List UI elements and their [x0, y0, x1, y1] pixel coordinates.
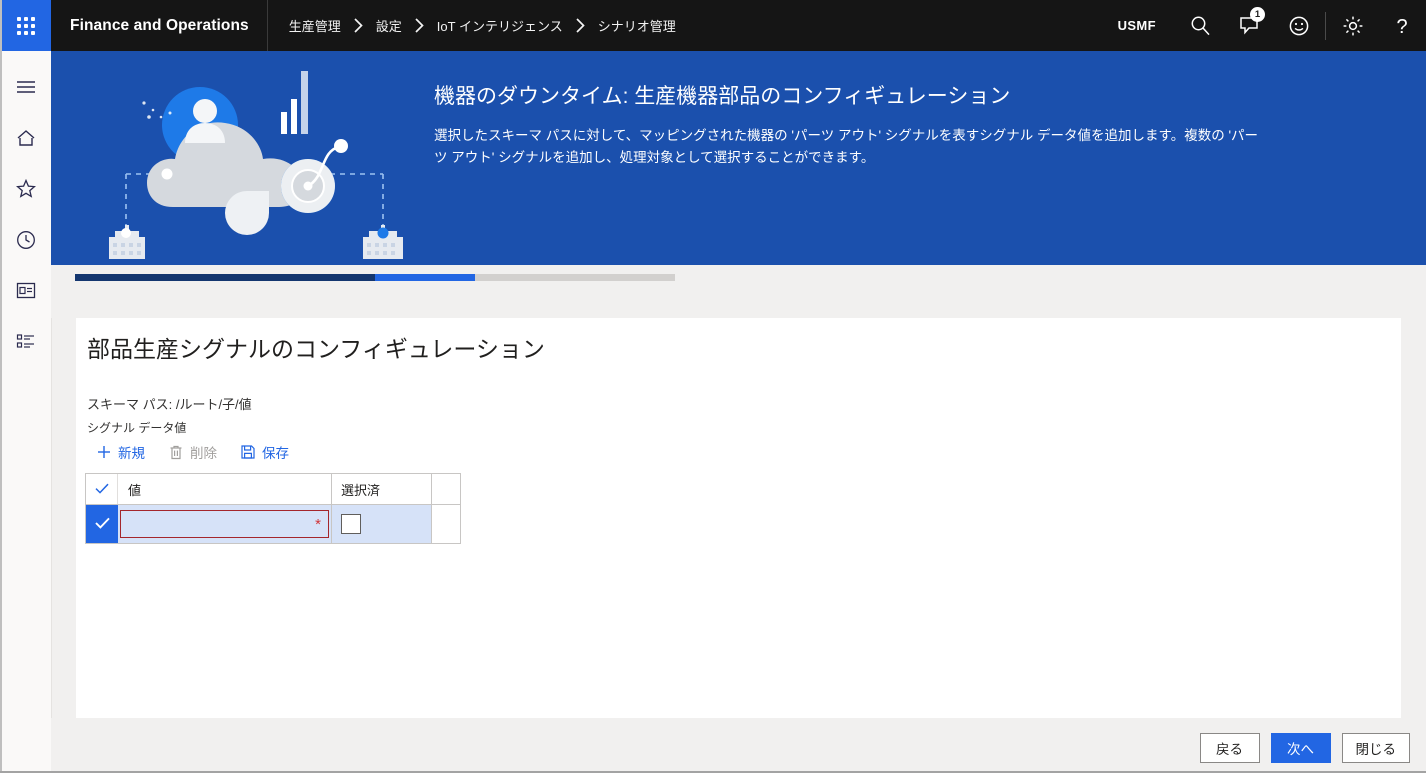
checkmark-icon — [94, 517, 110, 532]
column-header-spacer — [432, 474, 460, 504]
chevron-right-icon — [341, 18, 376, 33]
step-indicator-5[interactable] — [475, 274, 575, 281]
breadcrumb-item-4[interactable]: シナリオ管理 — [598, 16, 676, 35]
checkmark-icon — [94, 482, 109, 497]
save-icon — [241, 445, 255, 459]
new-button[interactable]: 新規 — [85, 437, 157, 467]
chevron-right-icon — [402, 18, 437, 33]
waffle-icon — [16, 16, 35, 35]
step-indicator-1[interactable] — [75, 274, 175, 281]
notifications-button[interactable]: 1 — [1225, 0, 1274, 51]
close-button[interactable]: 閉じる — [1341, 733, 1410, 763]
trash-icon — [169, 445, 183, 460]
wizard-footer: 戻る 次へ 閉じる — [51, 718, 1426, 773]
home-icon — [16, 129, 36, 147]
top-navigation-bar: Finance and Operations 生産管理 設定 IoT インテリジ… — [0, 0, 1426, 51]
notification-badge: 1 — [1250, 7, 1265, 22]
page-title: 機器のダウンタイム: 生産機器部品のコンフィギュレーション — [434, 85, 1011, 108]
select-all-column-header[interactable] — [86, 474, 118, 504]
search-button[interactable] — [1176, 0, 1225, 51]
delete-button-label: 削除 — [190, 446, 217, 461]
sidebar-item-modules[interactable] — [0, 316, 51, 367]
topbar-divider-2 — [1325, 11, 1326, 40]
wizard-step-indicator — [51, 265, 1426, 318]
step-indicator-6[interactable] — [575, 274, 675, 281]
required-marker: * — [315, 515, 321, 533]
breadcrumb-item-2[interactable]: 設定 — [376, 16, 402, 35]
table-row[interactable]: * — [86, 505, 460, 543]
star-icon — [15, 179, 36, 198]
schema-path-label: スキーマ パス: /ルート/子/値 — [87, 397, 252, 412]
row-select-cell[interactable] — [86, 505, 118, 543]
clock-icon — [16, 230, 36, 250]
sidebar-item-navigation-menu[interactable] — [0, 61, 51, 112]
app-launcher-button[interactable] — [0, 0, 51, 51]
hamburger-menu-icon — [16, 79, 36, 95]
sidebar-item-favorites[interactable] — [0, 163, 51, 214]
smiley-icon — [1288, 15, 1310, 37]
gear-icon — [1342, 15, 1364, 37]
save-button[interactable]: 保存 — [229, 437, 301, 467]
svg-text:?: ? — [1396, 16, 1407, 38]
next-button[interactable]: 次へ — [1270, 733, 1331, 763]
settings-button[interactable] — [1328, 0, 1377, 51]
grid-toolbar: 新規 削除 保存 — [85, 437, 301, 467]
plus-icon — [97, 445, 111, 459]
footer-actions: 戻る 次へ 閉じる — [1199, 733, 1410, 763]
sidebar-item-recent[interactable] — [0, 214, 51, 265]
application-window: Finance and Operations 生産管理 設定 IoT インテリジ… — [0, 0, 1426, 773]
new-button-label: 新規 — [118, 446, 145, 461]
hero-text-block: 機器のダウンタイム: 生産機器部品のコンフィギュレーション 選択したスキーマ パ… — [434, 83, 1274, 169]
workspace-icon — [16, 282, 36, 299]
signal-data-values-grid: 値 選択済 * — [85, 473, 461, 544]
grid-section-label: シグナル データ値 — [87, 421, 187, 435]
left-navigation-rail — [0, 51, 52, 773]
step-indicator-4[interactable] — [375, 274, 475, 281]
breadcrumb-item-1[interactable]: 生産管理 — [289, 16, 341, 35]
column-header-selected[interactable]: 選択済 — [332, 474, 432, 504]
column-header-value[interactable]: 値 — [118, 474, 332, 504]
sidebar-item-home[interactable] — [0, 112, 51, 163]
grid-header-row: 値 選択済 — [86, 474, 460, 505]
breadcrumb: 生産管理 設定 IoT インテリジェンス シナリオ管理 — [268, 16, 676, 35]
back-button[interactable]: 戻る — [1199, 733, 1260, 763]
step-indicator-3[interactable] — [275, 274, 375, 281]
breadcrumb-item-3[interactable]: IoT インテリジェンス — [437, 16, 563, 35]
help-icon: ? — [1391, 14, 1413, 38]
help-button[interactable]: ? — [1377, 0, 1426, 51]
topbar-actions: USMF 1 ? — [1098, 0, 1426, 51]
save-button-label: 保存 — [262, 446, 289, 461]
chevron-right-icon — [563, 18, 598, 33]
sidebar-item-workspaces[interactable] — [0, 265, 51, 316]
step-indicator-2[interactable] — [175, 274, 275, 281]
brand-title[interactable]: Finance and Operations — [51, 17, 267, 35]
hero-banner: 機器のダウンタイム: 生産機器部品のコンフィギュレーション 選択したスキーマ パ… — [51, 51, 1426, 265]
section-title: 部品生産シグナルのコンフィギュレーション — [87, 336, 545, 362]
value-input[interactable]: * — [120, 510, 329, 538]
search-icon — [1190, 15, 1211, 36]
company-selector[interactable]: USMF — [1098, 18, 1176, 33]
list-icon — [16, 333, 36, 350]
delete-button[interactable]: 削除 — [157, 437, 229, 467]
page-description: 選択したスキーマ パスに対して、マッピングされた機器の 'パーツ アウト' シグ… — [434, 128, 1259, 165]
window-left-edge — [0, 0, 2, 773]
content-card: 部品生産シグナルのコンフィギュレーション スキーマ パス: /ルート/子/値 シ… — [76, 318, 1401, 718]
iot-cloud-illustration — [95, 55, 425, 265]
selected-checkbox[interactable] — [341, 514, 361, 534]
feedback-button[interactable] — [1274, 0, 1323, 51]
value-cell[interactable]: * — [118, 505, 332, 543]
row-spacer-cell — [432, 505, 460, 543]
selected-cell[interactable] — [332, 505, 432, 543]
